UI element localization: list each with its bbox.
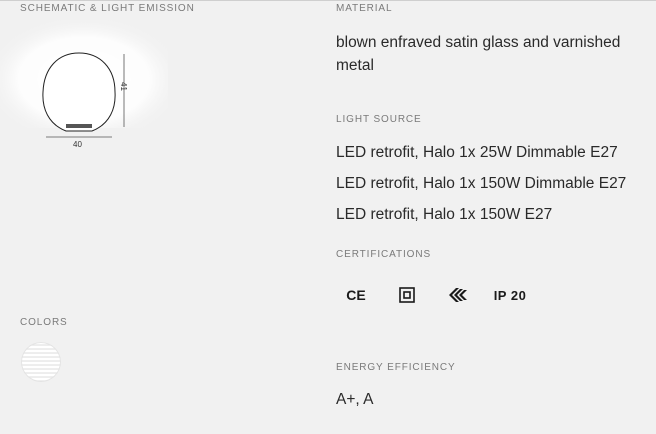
emc-mark-icon bbox=[446, 283, 470, 307]
light-source-item: LED retrofit, Halo 1x 150W E27 bbox=[336, 206, 553, 223]
certifications-heading: CERTIFICATIONS bbox=[336, 249, 432, 260]
ce-mark-icon: CE bbox=[344, 283, 368, 307]
top-divider bbox=[0, 0, 656, 1]
ce-mark-label: CE bbox=[346, 287, 366, 303]
light-source-heading: LIGHT SOURCE bbox=[336, 114, 422, 125]
height-dimension-label: 41 bbox=[119, 82, 128, 91]
schematic-heading: SCHEMATIC & LIGHT EMISSION bbox=[20, 3, 195, 14]
energy-efficiency-heading: ENERGY EFFICIENCY bbox=[336, 362, 456, 373]
colors-heading: COLORS bbox=[20, 317, 68, 328]
color-swatch-white[interactable] bbox=[21, 342, 61, 382]
lamp-base bbox=[66, 124, 92, 128]
material-value: blown enfraved satin glass and varnished… bbox=[336, 34, 621, 74]
energy-efficiency-value: A+, A bbox=[336, 391, 374, 408]
material-heading: MATERIAL bbox=[336, 3, 393, 14]
width-dimension-label: 40 bbox=[73, 140, 82, 149]
ip-rating-label: IP 20 bbox=[493, 287, 527, 303]
light-source-item: LED retrofit, Halo 1x 150W Dimmable E27 bbox=[336, 175, 627, 192]
lamp-globe-outline bbox=[42, 52, 116, 132]
light-source-item: LED retrofit, Halo 1x 25W Dimmable E27 bbox=[336, 144, 618, 161]
class-ii-double-insulation-icon bbox=[397, 283, 417, 307]
ip-rating-icon: IP 20 bbox=[492, 283, 528, 307]
schematic-drawing bbox=[0, 20, 168, 138]
